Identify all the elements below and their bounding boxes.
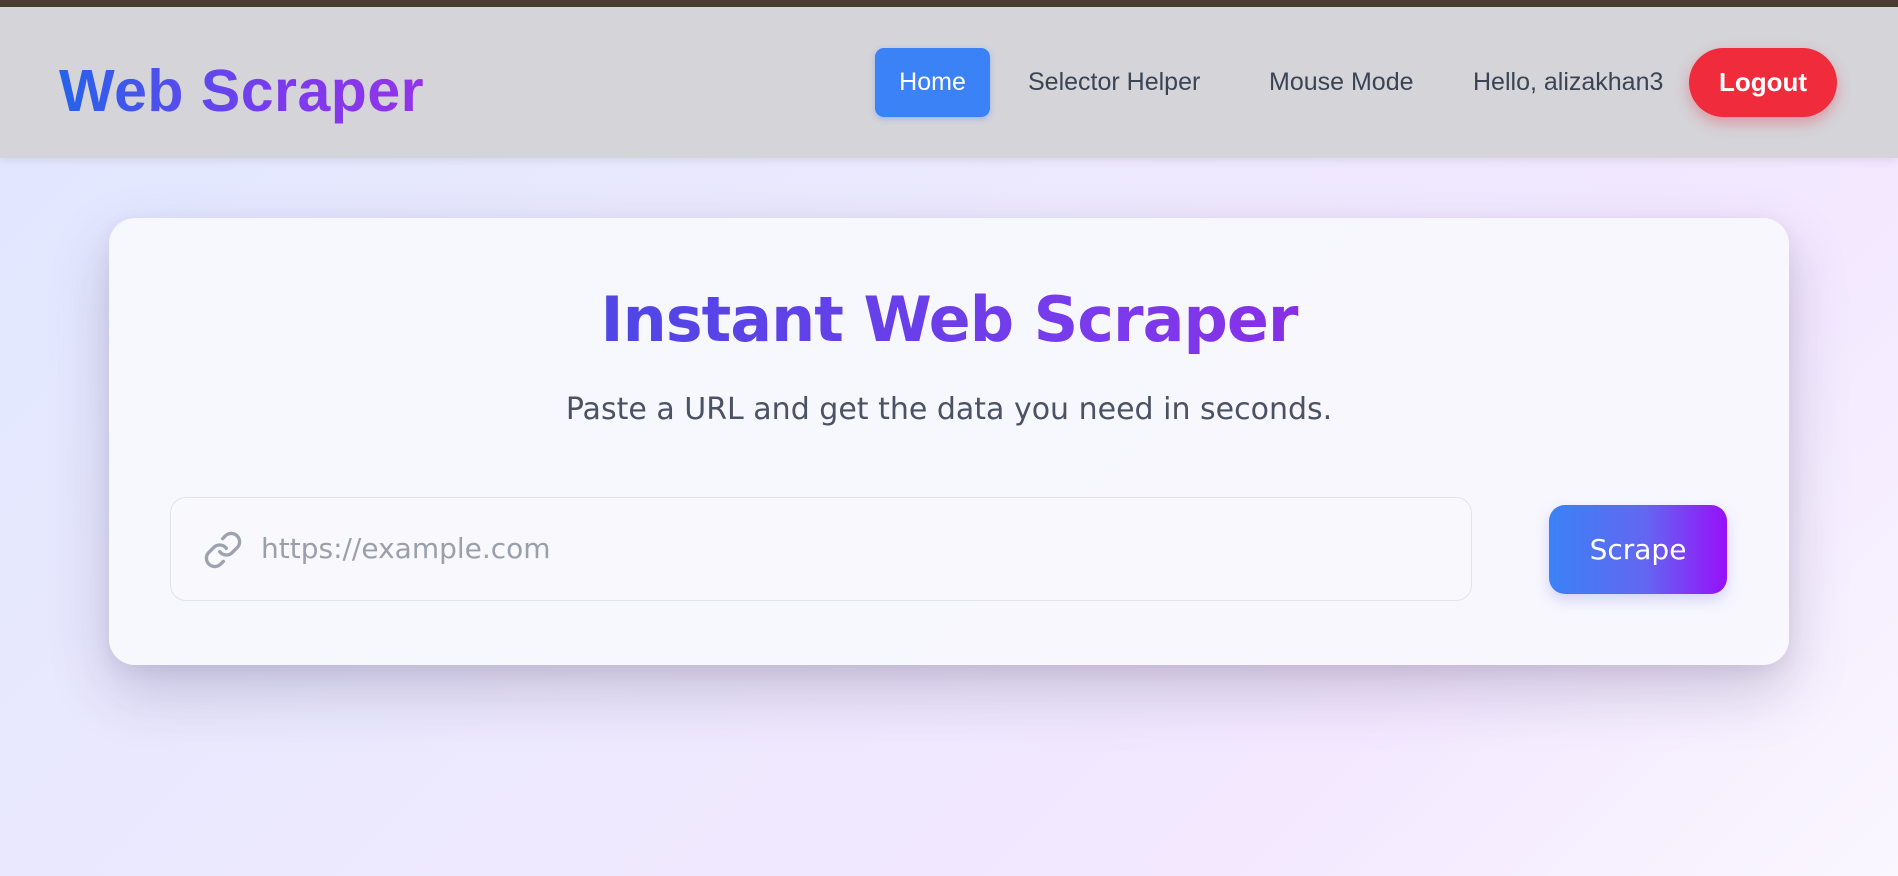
url-input[interactable] [261, 498, 1441, 599]
page-subtitle: Paste a URL and get the data you need in… [565, 392, 1333, 427]
scrape-button[interactable]: Scrape [1549, 505, 1727, 594]
logout-button[interactable]: Logout [1689, 48, 1837, 117]
brand-logo[interactable]: Web Scraper [59, 51, 424, 131]
url-input-container[interactable] [170, 497, 1472, 601]
link-icon [204, 531, 242, 569]
page-title: Instant Web Scraper [109, 280, 1789, 360]
nav-mouse-mode-link[interactable]: Mouse Mode [1269, 48, 1414, 117]
top-strip [0, 0, 1898, 7]
user-greeting: Hello, alizakhan3 [1473, 68, 1664, 96]
nav-selector-helper-link[interactable]: Selector Helper [1028, 48, 1200, 117]
navbar: Web Scraper Home Selector Helper Mouse M… [0, 7, 1898, 158]
nav-home-link[interactable]: Home [875, 48, 990, 117]
scraper-card: Instant Web Scraper Paste a URL and get … [109, 218, 1789, 665]
